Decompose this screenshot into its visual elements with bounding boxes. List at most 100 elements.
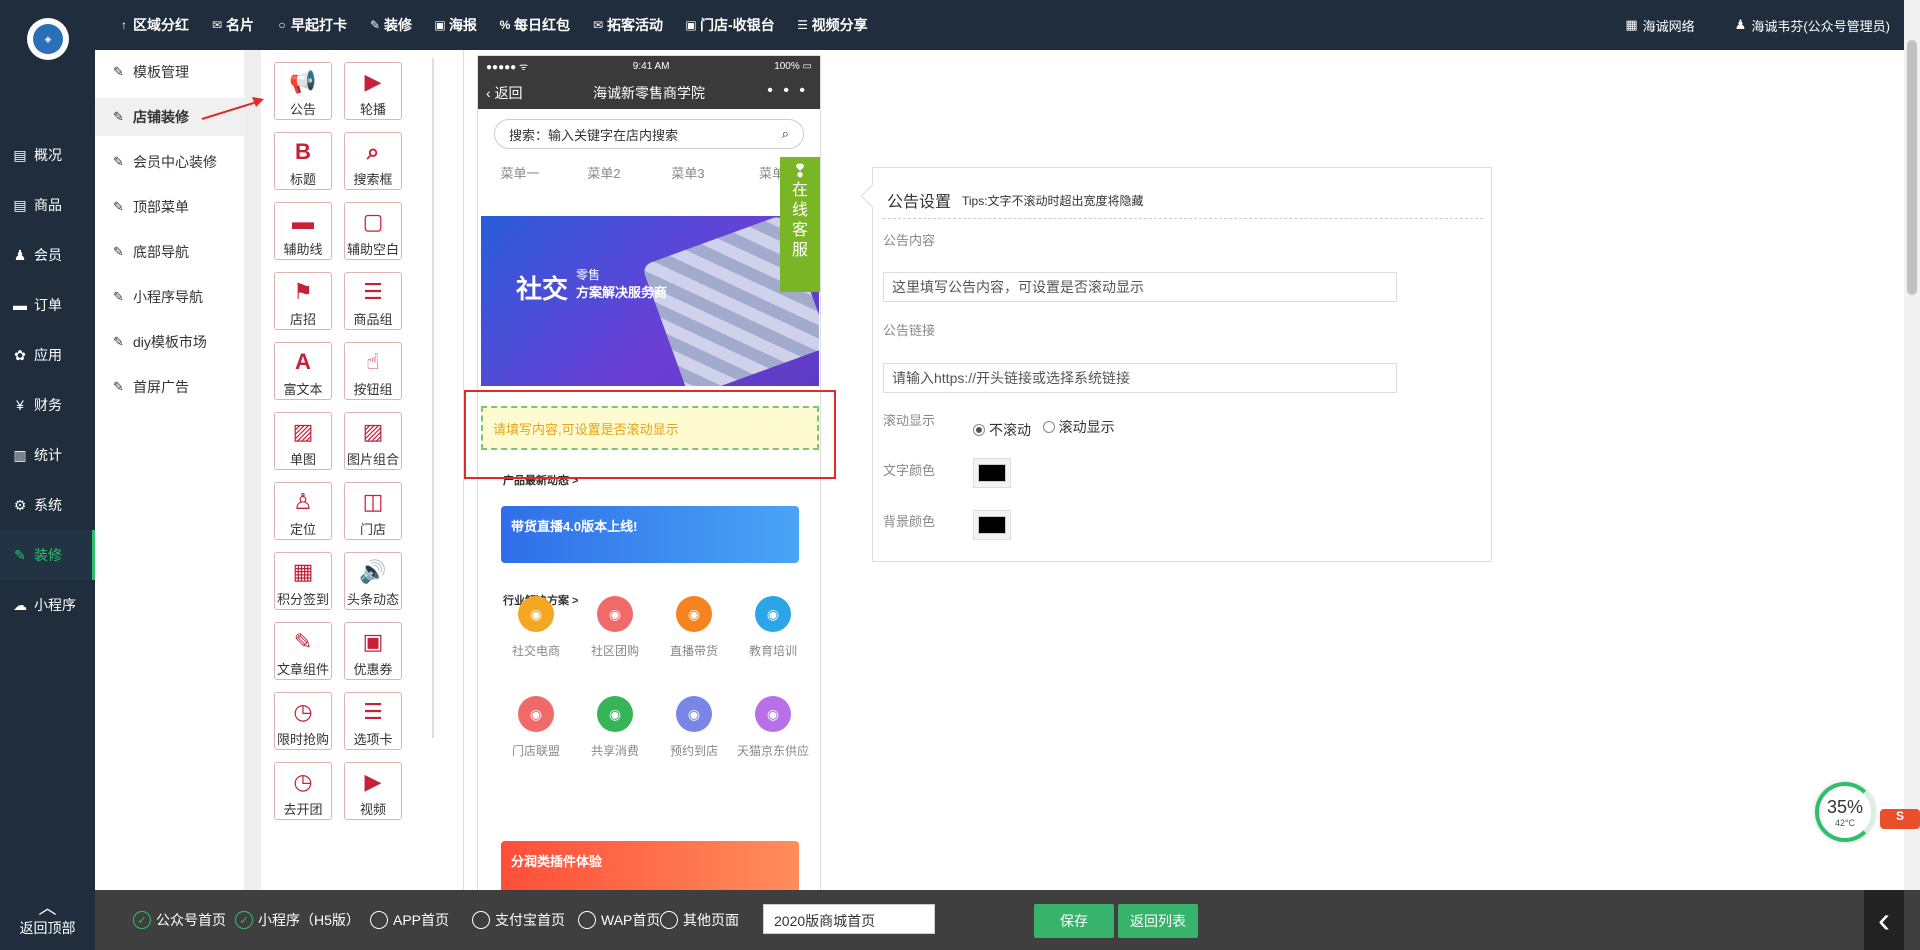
topnav-item[interactable]: ↑ 区域分红	[118, 15, 189, 35]
more-icon[interactable]: • • •	[767, 82, 808, 100]
solution-item[interactable]: ◉ 直播带货	[654, 596, 734, 659]
component-tile[interactable]: ◫ 门店	[344, 482, 402, 540]
submenu-item[interactable]: ✎ 模板管理	[95, 53, 245, 91]
banner-small: 零售	[576, 268, 601, 282]
component-tile[interactable]: ▦ 积分签到	[274, 552, 332, 610]
back-to-top-button[interactable]: ︿ 返回顶部	[0, 890, 95, 950]
component-tile[interactable]: ⌕ 搜索框	[344, 132, 402, 190]
solution-item[interactable]: ◉ 教育培训	[733, 596, 813, 659]
phone-menu-tab[interactable]: 菜单一	[478, 163, 562, 182]
sidebar-item[interactable]: ✿ 应用	[0, 330, 95, 380]
component-tile[interactable]: ▢ 辅助空白	[344, 202, 402, 260]
solution-item[interactable]: ◉ 社区团购	[575, 596, 655, 659]
page-scrollbar[interactable]	[1904, 0, 1920, 950]
sidebar-icon: ▬	[13, 297, 27, 313]
sidebar-item[interactable]: ⚙ 系统	[0, 480, 95, 530]
sidebar-item[interactable]: ▬ 订单	[0, 280, 95, 330]
topnav-item[interactable]: ☰ 视频分享	[797, 15, 867, 35]
submenu-item[interactable]: ✎ 小程序导航	[95, 278, 245, 316]
link-label: 公告链接	[883, 323, 936, 338]
component-tile[interactable]: ☝ 按钮组	[344, 342, 402, 400]
component-tile[interactable]: ▶ 轮播	[344, 62, 402, 120]
scrollbar-thumb[interactable]	[1907, 40, 1917, 295]
solution-item[interactable]: ◉ 天猫京东供应	[733, 696, 813, 759]
component-tile[interactable]: ⚑ 店招	[274, 272, 332, 330]
radio-no-scroll[interactable]: 不滚动	[973, 420, 1031, 440]
component-tile[interactable]: ✎ 文章组件	[274, 622, 332, 680]
component-label: 选项卡	[353, 732, 393, 747]
page-option[interactable]: WAP首页	[578, 910, 660, 930]
solution-item[interactable]: ◉ 门店联盟	[496, 696, 576, 759]
submenu-item[interactable]: ✎ 顶部菜单	[95, 188, 245, 226]
back-to-list-button[interactable]: 返回列表	[1118, 904, 1198, 938]
submenu-item[interactable]: ✎ diy模板市场	[95, 323, 245, 361]
component-tile[interactable]: ☰ 商品组	[344, 272, 402, 330]
component-tile[interactable]: A 富文本	[274, 342, 332, 400]
component-tile[interactable]: ◷ 限时抢购	[274, 692, 332, 750]
solution-item[interactable]: ◉ 共享消费	[575, 696, 655, 759]
submenu-item[interactable]: ✎ 底部导航	[95, 233, 245, 271]
page-option[interactable]: ✓ 公众号首页	[133, 910, 226, 930]
submenu-label: 顶部菜单	[133, 199, 189, 215]
sidebar-item[interactable]: ☁ 小程序	[0, 580, 95, 630]
topnav-item[interactable]: ✉ 名片	[211, 15, 254, 35]
check-icon: ✓	[235, 911, 253, 929]
component-tile[interactable]: ▬ 辅助线	[274, 202, 332, 260]
sidebar-item[interactable]: ✎ 装修	[0, 530, 95, 580]
text-color-picker[interactable]	[973, 458, 1011, 488]
bg-color-picker[interactable]	[973, 510, 1011, 540]
component-tile[interactable]: ▣ 优惠券	[344, 622, 402, 680]
promo-banner[interactable]: 分润类插件体验	[501, 841, 799, 894]
submenu-item[interactable]: ✎ 首屏广告	[95, 368, 245, 406]
topnav-item[interactable]: % 每日红包	[499, 15, 570, 35]
collapse-icon[interactable]: ‹	[1864, 890, 1904, 950]
palette-scrollbar[interactable]	[432, 58, 434, 738]
template-name-input[interactable]: 2020版商城首页	[763, 904, 935, 934]
content-input[interactable]: 这里填写公告内容，可设置是否滚动显示	[883, 272, 1397, 302]
page-option[interactable]: APP首页	[370, 910, 449, 930]
sidebar-item[interactable]: ¥ 财务	[0, 380, 95, 430]
phone-search-bar[interactable]: 搜索：输入关键字在店内搜索 ⌕	[494, 119, 804, 149]
component-tile[interactable]: 📢 公告	[274, 62, 332, 120]
back-link[interactable]: ‹ 返回	[486, 83, 523, 103]
phone-menu-tab[interactable]: 菜单2	[562, 163, 646, 182]
sidebar-item[interactable]: ▤ 概况	[0, 130, 95, 180]
solution-item[interactable]: ◉ 预约到店	[654, 696, 734, 759]
solution-item[interactable]: ◉ 社交电商	[496, 596, 576, 659]
ime-icon[interactable]: S	[1880, 809, 1920, 829]
topnav-item[interactable]: ○ 早起打卡	[276, 15, 347, 35]
performance-gauge[interactable]: 35% 42°C	[1815, 782, 1875, 842]
component-label: 定位	[289, 522, 316, 537]
component-tile[interactable]: 🔊 头条动态	[344, 552, 402, 610]
topnav-item[interactable]: ✉ 拓客活动	[592, 15, 663, 35]
phone-menu-tab[interactable]: 菜单3	[646, 163, 730, 182]
sidebar-item[interactable]: ▥ 统计	[0, 430, 95, 480]
link-input[interactable]: 请输入https://开头链接或选择系统链接	[883, 363, 1397, 393]
page-option[interactable]: 支付宝首页	[472, 910, 565, 930]
submenu-item[interactable]: ✎ 会员中心装修	[95, 143, 245, 181]
page-option[interactable]: ✓ 小程序（H5版）	[235, 910, 360, 930]
component-tile[interactable]: ▨ 图片组合	[344, 412, 402, 470]
topnav-icon: ○	[278, 18, 286, 32]
topnav-item[interactable]: ✎ 装修	[369, 15, 412, 35]
sidebar-item[interactable]: ▤ 商品	[0, 180, 95, 230]
component-tile[interactable]: ♙ 定位	[274, 482, 332, 540]
component-tile[interactable]: ◷ 去开团	[274, 762, 332, 820]
page-option[interactable]: 其他页面	[660, 910, 739, 930]
org-link[interactable]: ▦ 海诚网络	[1625, 16, 1694, 35]
radio-scroll[interactable]: 滚动显示	[1042, 417, 1115, 437]
component-tile[interactable]: ☰ 选项卡	[344, 692, 402, 750]
logo[interactable]: ◈	[27, 18, 69, 60]
topnav-item[interactable]: ▣ 海报	[434, 15, 477, 35]
user-menu[interactable]: ♟ 海诚韦芬(公众号管理员)	[1735, 16, 1890, 35]
topnav-item[interactable]: ▣ 门店-收银台	[685, 15, 774, 35]
save-button[interactable]: 保存	[1034, 904, 1114, 938]
component-tile[interactable]: ▨ 单图	[274, 412, 332, 470]
component-tile[interactable]: ▶ 视频	[344, 762, 402, 820]
customer-service-button[interactable]: ❢ 在线客服	[780, 157, 820, 292]
component-tile[interactable]: B 标题	[274, 132, 332, 190]
phone-banner[interactable]: 社交 零售 方案解决服务商	[481, 216, 819, 386]
sidebar-item[interactable]: ♟ 会员	[0, 230, 95, 280]
live-banner[interactable]: 带货直播4.0版本上线!	[501, 506, 799, 563]
component-icon: ♙	[293, 489, 313, 514]
